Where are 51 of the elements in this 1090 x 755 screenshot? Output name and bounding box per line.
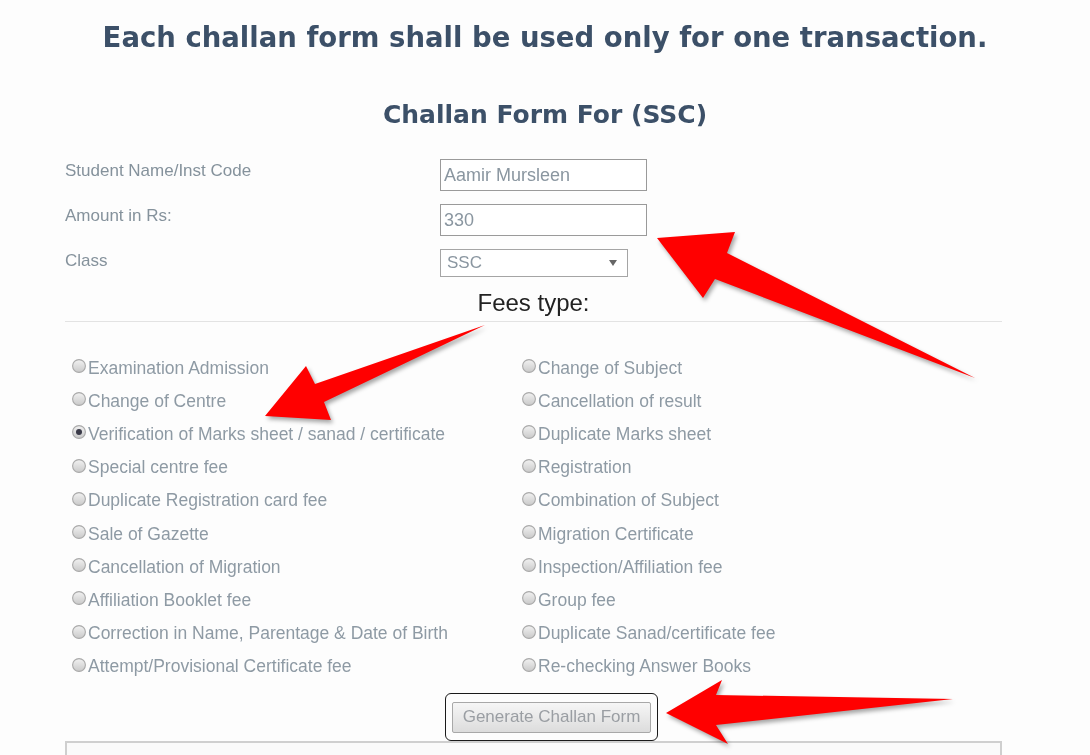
radio-button[interactable] <box>522 558 536 573</box>
radio-button[interactable] <box>72 624 86 639</box>
option-label[interactable]: Change of Centre <box>88 388 227 413</box>
radio-button[interactable] <box>522 657 536 672</box>
radio-button[interactable] <box>72 491 86 506</box>
field-label: Amount in Rs: <box>65 205 172 227</box>
radio-button[interactable] <box>522 491 536 506</box>
caret-icon <box>609 260 617 266</box>
option-label[interactable]: Affiliation Booklet fee <box>88 587 252 612</box>
radio-button[interactable] <box>522 425 536 440</box>
option-label[interactable]: Duplicate Sanad/certificate fee <box>538 621 776 646</box>
radio-button[interactable] <box>522 359 536 374</box>
generate-button[interactable]: Generate Challan Form <box>451 701 652 733</box>
text-field[interactable]: 330 <box>440 204 647 236</box>
option-label[interactable]: Examination Admission <box>88 355 269 380</box>
text-field[interactable]: Aamir Mursleen <box>440 159 647 191</box>
option-label[interactable]: Cancellation of Migration <box>88 554 281 579</box>
option-label[interactable]: Cancellation of result <box>538 388 702 413</box>
radio-button[interactable] <box>522 525 536 540</box>
radio-button[interactable] <box>72 525 86 540</box>
option-label[interactable]: Registration <box>538 455 632 480</box>
option-label[interactable]: Duplicate Registration card fee <box>88 488 328 513</box>
radio-button[interactable] <box>72 359 86 374</box>
radio-button[interactable] <box>72 458 86 473</box>
field-label: Student Name/Inst Code <box>65 160 252 182</box>
class-dropdown[interactable]: SSC <box>440 249 628 277</box>
option-label[interactable]: Attempt/Provisional Certificate fee <box>88 654 352 679</box>
notice-heading: Each challan form shall be used only for one transaction. <box>102 20 988 55</box>
radio-button[interactable] <box>522 392 536 407</box>
form-title: Challan Form For (SSC) <box>382 99 708 131</box>
option-label[interactable]: Change of Subject <box>538 355 682 380</box>
field-label: Class <box>65 250 108 272</box>
option-label[interactable]: Verification of Marks sheet / sanad / certificate <box>88 421 445 446</box>
option-label[interactable]: Combination of Subject <box>538 488 719 513</box>
option-label[interactable]: Group fee <box>538 587 616 612</box>
radio-button[interactable] <box>72 657 86 672</box>
radio-button[interactable] <box>72 558 86 573</box>
option-label[interactable]: Migration Certificate <box>538 521 694 546</box>
radio-button[interactable] <box>522 624 536 639</box>
option-label[interactable]: Inspection/Affiliation fee <box>538 554 723 579</box>
option-label[interactable]: Special centre fee <box>88 455 229 480</box>
option-label[interactable]: Duplicate Marks sheet <box>538 421 712 446</box>
radio-button[interactable] <box>72 425 86 440</box>
radio-button[interactable] <box>522 458 536 473</box>
radio-button[interactable] <box>522 591 536 606</box>
option-label[interactable]: Sale of Gazette <box>88 521 209 546</box>
option-label[interactable]: Re-checking Answer Books <box>538 654 752 679</box>
section-heading: Fees type: <box>477 288 590 318</box>
option-label[interactable]: Correction in Name, Parentage & Date of Birth <box>88 621 448 646</box>
radio-button[interactable] <box>72 392 86 407</box>
radio-button[interactable] <box>72 591 86 606</box>
